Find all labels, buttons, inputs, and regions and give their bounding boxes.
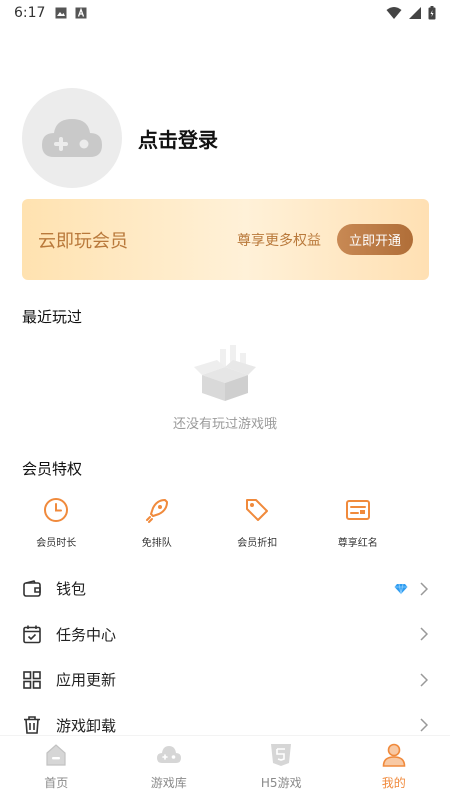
menu-list: 钱包 任务中心 应用更新 游戏卸载 [0,566,450,748]
calendar-check-icon [23,625,41,644]
status-time: 6:17 [14,5,46,21]
activate-vip-button[interactable]: 立即开通 [336,224,413,255]
perk-member-discount[interactable]: 会员折扣 [201,496,314,549]
tab-game-library[interactable]: 游戏库 [113,736,226,800]
clock-icon [44,498,69,522]
tab-label: 首页 [44,776,69,790]
battery-icon [428,6,436,20]
recent-empty-state: 还没有玩过游戏哦 [0,345,450,432]
rocket-icon [145,499,168,523]
menu-label: 游戏卸载 [56,716,117,735]
tab-home[interactable]: 首页 [0,736,113,800]
chevron-right-icon [420,718,428,732]
vip-title: 云即玩会员 [38,230,128,252]
home-icon [46,744,66,766]
perk-red-name[interactable]: 尊享红名 [302,496,415,549]
diamond-icon [394,583,408,594]
menu-label: 任务中心 [56,625,117,644]
perk-member-duration[interactable]: 会员时长 [0,496,113,549]
empty-box-icon [194,345,256,401]
image-notification-icon [55,7,67,19]
perk-label: 尊享红名 [337,538,378,549]
chevron-right-icon [420,582,428,596]
chevron-right-icon [420,673,428,687]
tab-label: H5游戏 [260,776,302,790]
empty-message: 还没有玩过游戏哦 [172,417,277,432]
bottom-tab-bar: 首页 游戏库 H5游戏 我的 [0,735,450,800]
id-card-icon [345,500,370,520]
wifi-icon [386,7,402,19]
member-perks-row: 会员时长 免排队 会员折扣 尊享红名 [0,496,450,549]
tag-icon [246,499,269,521]
tab-h5-games[interactable]: H5游戏 [225,736,338,800]
menu-item-task-center[interactable]: 任务中心 [0,612,450,658]
trash-icon [24,716,40,735]
tab-label: 游戏库 [150,776,187,790]
recent-played-title: 最近玩过 [22,308,83,326]
gamepad-cloud-icon [42,119,102,157]
avatar[interactable] [22,88,122,188]
perk-no-queue[interactable]: 免排队 [101,496,214,549]
menu-item-app-update[interactable]: 应用更新 [0,657,450,703]
perk-label: 免排队 [141,538,172,549]
font-notification-icon [75,7,87,19]
menu-item-wallet[interactable]: 钱包 [0,566,450,612]
grid-icon [23,670,41,689]
signal-icon [409,7,421,19]
status-bar: 6:17 [0,0,450,26]
wallet-icon [23,579,41,597]
vip-membership-card[interactable]: 云即玩会员 尊享更多权益 立即开通 [22,199,429,280]
vip-subtitle: 尊享更多权益 [236,232,321,249]
menu-label: 应用更新 [56,671,117,690]
perk-label: 会员时长 [36,538,77,549]
html5-icon [271,744,292,766]
profile-section[interactable]: 点击登录 [22,88,218,188]
login-prompt[interactable]: 点击登录 [138,124,218,153]
gamepad-cloud-icon [156,746,181,763]
user-icon [382,743,406,767]
member-perks-title: 会员特权 [22,460,83,478]
menu-label: 钱包 [56,580,87,599]
tab-mine[interactable]: 我的 [338,736,450,800]
perk-label: 会员折扣 [237,538,278,549]
chevron-right-icon [420,627,428,641]
tab-label: 我的 [381,776,406,790]
